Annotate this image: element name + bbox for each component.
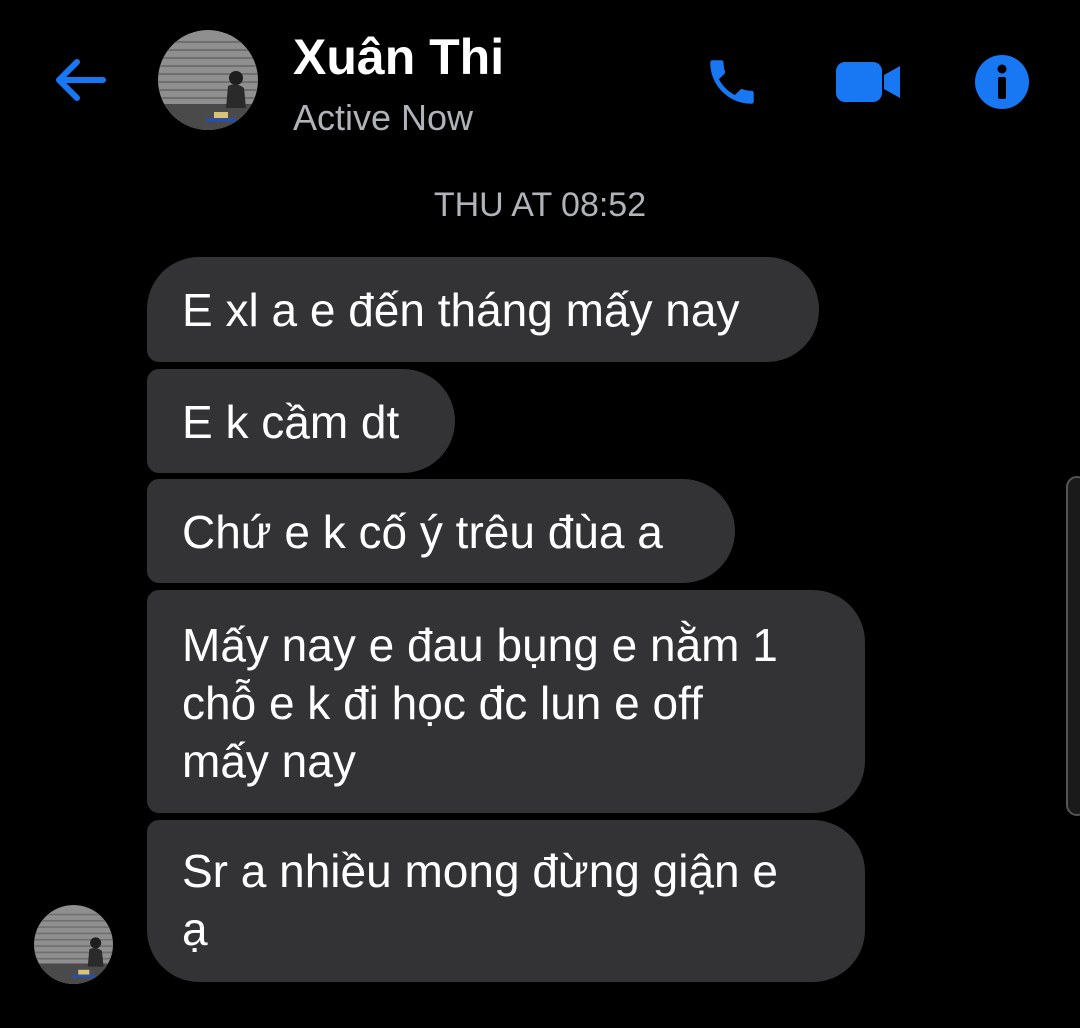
video-camera-icon — [836, 62, 900, 102]
video-call-button[interactable] — [832, 52, 904, 112]
info-button[interactable] — [972, 52, 1032, 112]
message-bubble[interactable]: Sr a nhiều mong đừng giận e ạ — [147, 820, 865, 982]
back-button[interactable] — [46, 52, 112, 108]
phone-icon — [710, 60, 754, 104]
message-timestamp: THU AT 08:52 — [433, 186, 647, 224]
info-icon — [975, 55, 1029, 109]
arrow-left-icon — [56, 59, 106, 101]
contact-avatar[interactable] — [158, 30, 258, 130]
message-bubble[interactable]: Chứ e k cố ý trêu đùa a — [147, 479, 735, 583]
scrollbar[interactable] — [1066, 476, 1080, 816]
voice-call-button[interactable] — [702, 52, 762, 112]
active-status: Active Now — [293, 97, 474, 138]
chat-header: Xuân Thi Active Now — [0, 0, 1080, 160]
message-bubble[interactable]: E k cầm dt — [147, 369, 455, 473]
sender-avatar[interactable] — [34, 905, 113, 984]
contact-name[interactable]: Xuân Thi — [293, 28, 504, 86]
message-bubble[interactable]: E xl a e đến tháng mấy nay — [147, 257, 819, 362]
message-bubble[interactable]: Mấy nay e đau bụng e nằm 1 chỗ e k đi họ… — [147, 590, 865, 813]
